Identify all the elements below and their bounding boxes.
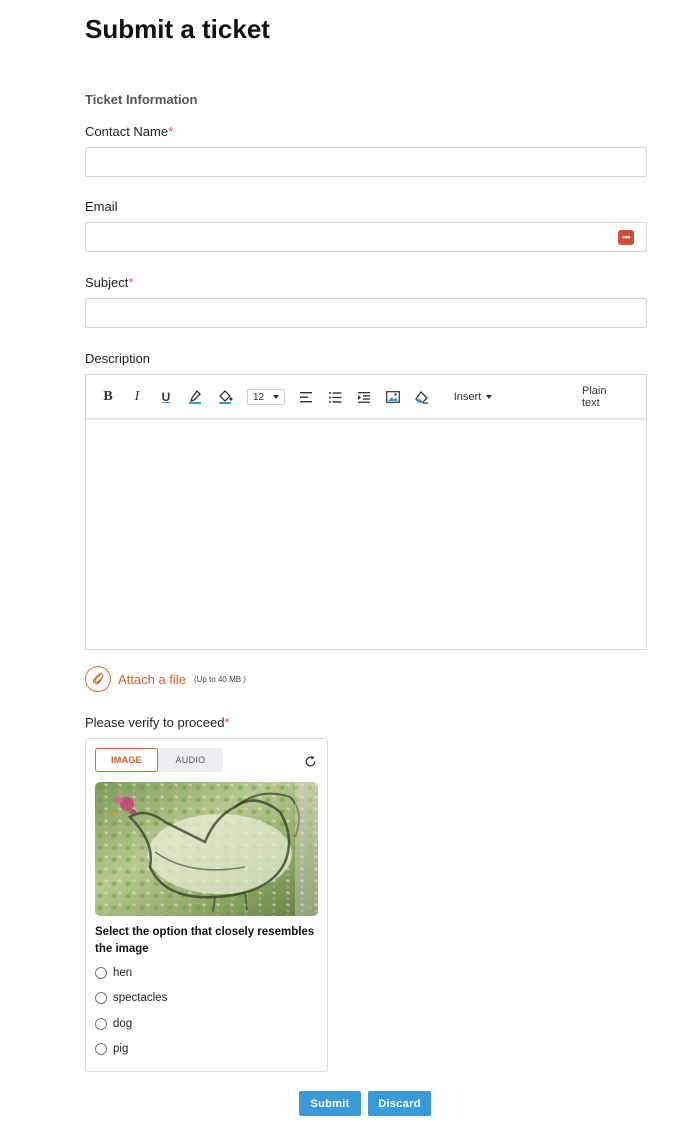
indent-icon xyxy=(357,391,370,403)
background-color-button[interactable] xyxy=(216,387,234,407)
text-color-icon xyxy=(189,390,201,404)
email-input[interactable] xyxy=(86,223,646,251)
bullet-list-icon xyxy=(328,391,341,403)
insert-image-button[interactable] xyxy=(385,387,401,407)
captcha-option[interactable]: pig xyxy=(95,1043,128,1055)
align-button[interactable] xyxy=(298,387,314,407)
discard-button[interactable]: Discard xyxy=(368,1091,431,1116)
editor-toolbar: B I U 12 Insert Plain text xyxy=(86,375,646,419)
email-field-wrapper: ••• xyxy=(85,222,647,252)
text-color-button[interactable] xyxy=(187,387,203,407)
attach-file[interactable]: Attach a file (Up to 40 MB ) xyxy=(85,666,246,692)
description-label: Description xyxy=(85,351,151,366)
required-mark: * xyxy=(128,275,134,290)
refresh-icon[interactable] xyxy=(304,755,318,769)
plain-text-toggle[interactable]: Plain text xyxy=(582,385,626,409)
captcha-image xyxy=(95,782,318,916)
page-title: Submit a ticket xyxy=(85,14,270,44)
email-label: Email xyxy=(85,199,118,214)
italic-button[interactable]: I xyxy=(129,387,145,407)
captcha-question: Select the option that closely resembles… xyxy=(95,926,315,955)
hen-captcha-picture xyxy=(95,782,318,916)
radio-button[interactable] xyxy=(95,967,107,979)
radio-button[interactable] xyxy=(95,1018,107,1030)
description-editor: B I U 12 Insert Plain text xyxy=(85,374,647,650)
attach-size-limit: (Up to 40 MB ) xyxy=(193,674,246,684)
required-mark: * xyxy=(224,715,230,730)
chevron-down-icon xyxy=(273,395,279,399)
insert-menu[interactable]: Insert xyxy=(452,387,494,407)
indent-button[interactable] xyxy=(356,387,372,407)
font-size-select[interactable]: 12 xyxy=(247,389,285,405)
contact-name-field-wrapper xyxy=(85,147,647,177)
submit-button[interactable]: Submit xyxy=(299,1091,361,1116)
image-icon xyxy=(386,391,400,403)
required-mark: * xyxy=(168,124,174,139)
radio-button[interactable] xyxy=(95,1043,107,1055)
paint-bucket-icon xyxy=(218,390,232,404)
section-heading: Ticket Information xyxy=(85,92,198,107)
captcha-tabs: IMAGE AUDIO xyxy=(95,748,223,772)
captcha-box: IMAGE AUDIO Select the option that close… xyxy=(85,738,328,1072)
eraser-icon xyxy=(415,390,428,404)
chevron-down-icon xyxy=(486,395,493,399)
attach-file-link[interactable]: Attach a file xyxy=(118,672,186,687)
captcha-label: Please verify to proceed* xyxy=(85,715,230,730)
clear-format-button[interactable] xyxy=(414,387,430,407)
radio-button[interactable] xyxy=(95,992,107,1004)
align-left-icon xyxy=(299,391,312,402)
list-button[interactable] xyxy=(327,387,343,407)
description-textarea[interactable] xyxy=(86,420,646,649)
captcha-option[interactable]: hen xyxy=(95,967,132,979)
contact-name-label: Contact Name* xyxy=(85,124,174,139)
paperclip-icon[interactable] xyxy=(85,666,111,692)
bold-button[interactable]: B xyxy=(100,387,116,407)
subject-label: Subject* xyxy=(85,275,134,290)
captcha-option[interactable]: dog xyxy=(95,1018,132,1030)
captcha-option[interactable]: spectacles xyxy=(95,992,167,1004)
underline-button[interactable]: U xyxy=(158,387,174,407)
subject-field-wrapper xyxy=(85,298,647,328)
tab-image[interactable]: IMAGE xyxy=(95,748,158,772)
subject-input[interactable] xyxy=(86,299,646,327)
contact-name-input[interactable] xyxy=(86,148,646,176)
tab-audio[interactable]: AUDIO xyxy=(158,748,223,772)
dots-icon[interactable]: ••• xyxy=(618,230,634,245)
